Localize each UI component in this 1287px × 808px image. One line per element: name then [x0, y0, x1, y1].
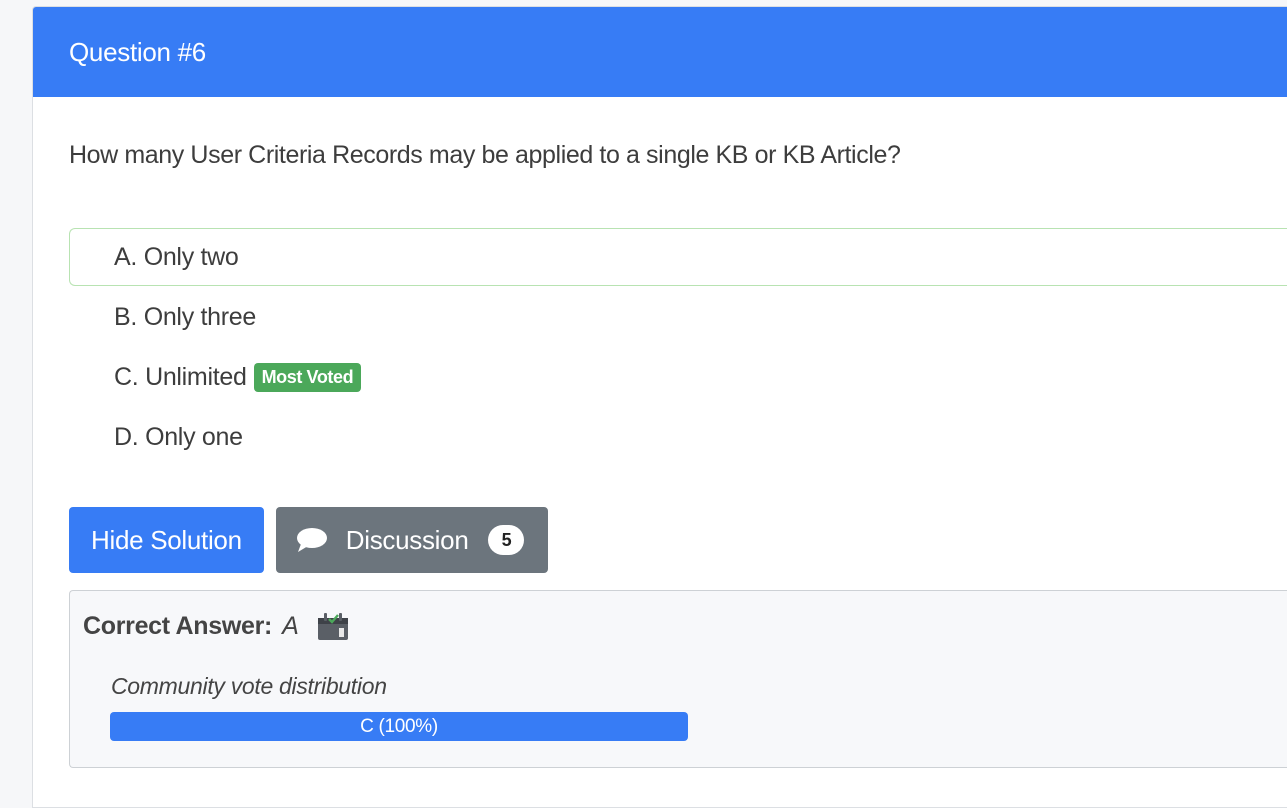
question-number: Question #6: [69, 36, 206, 67]
correct-answer-line: Correct Answer: A: [83, 611, 350, 641]
question-card: Question #6 How many User Criteria Recor…: [32, 6, 1287, 808]
choice-text: Unlimited: [145, 362, 247, 391]
vote-bar-label: C (100%): [360, 715, 438, 737]
action-buttons: Hide Solution Discussion 5: [69, 507, 549, 573]
choice-text: Only one: [145, 422, 243, 451]
choice-d[interactable]: D. Only one: [69, 408, 1287, 466]
vote-bar-fill-c: C (100%): [110, 712, 688, 741]
solution-panel: Correct Answer: A Community vote distrib…: [69, 590, 1287, 768]
choice-letter: B.: [114, 302, 138, 331]
choice-b[interactable]: B. Only three: [69, 288, 1287, 346]
choice-c[interactable]: C. Unlimited Most Voted: [69, 348, 1287, 406]
discussion-label: Discussion: [345, 524, 469, 555]
question-header: Question #6: [33, 7, 1287, 97]
discussion-count-badge: 5: [488, 525, 525, 555]
choice-letter: C.: [114, 362, 139, 391]
question-text: How many User Criteria Records may be ap…: [69, 141, 901, 169]
vote-distribution-title: Community vote distribution: [111, 673, 387, 699]
choice-letter: D.: [114, 422, 139, 451]
calendar-check-icon: [318, 613, 349, 640]
most-voted-badge: Most Voted: [253, 362, 362, 392]
chat-bubble-icon: [296, 528, 327, 552]
choice-text: Only two: [143, 242, 239, 271]
correct-answer-label: Correct Answer:: [83, 611, 273, 640]
choices-list: A. Only two B. Only three C. Unlimited M…: [69, 228, 1287, 468]
vote-distribution-bar: C (100%): [110, 712, 688, 741]
hide-solution-label: Hide Solution: [91, 524, 242, 555]
discussion-button[interactable]: Discussion 5: [275, 507, 549, 573]
choice-text: Only three: [143, 302, 257, 331]
choice-a[interactable]: A. Only two: [69, 228, 1287, 286]
choice-letter: A.: [114, 242, 138, 271]
correct-answer-value: A: [282, 611, 299, 640]
hide-solution-button[interactable]: Hide Solution: [69, 507, 264, 573]
